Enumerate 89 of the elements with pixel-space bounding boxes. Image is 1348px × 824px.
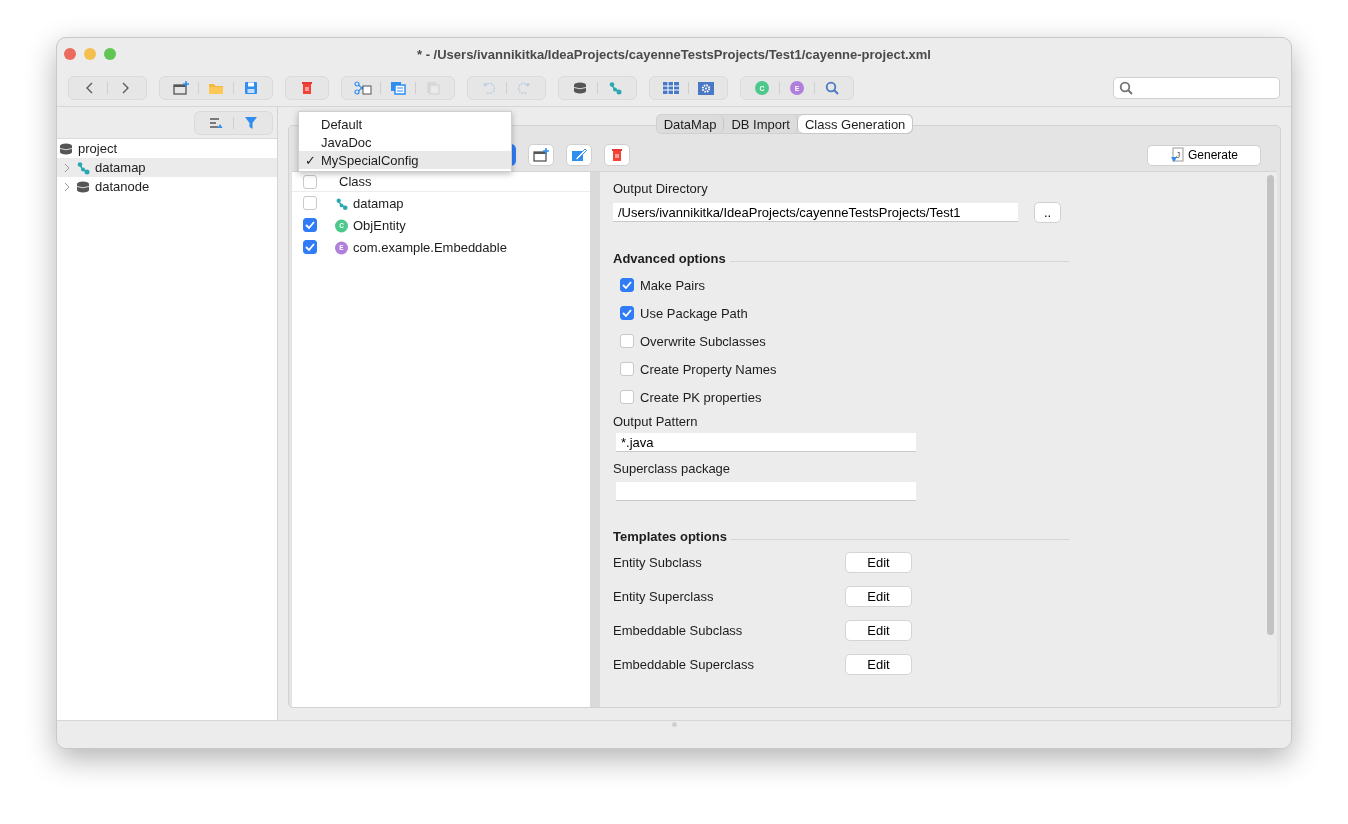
zoom-button[interactable] [104,48,116,60]
checkbox[interactable] [303,218,317,232]
new-folder-icon [173,81,189,95]
checkbox-label: Make Pairs [640,277,706,293]
browse-button[interactable]: .. [1034,202,1061,223]
new-folder-icon [533,148,549,162]
database-icon [573,82,587,94]
sort-icon [209,116,223,129]
field-label: Superclass package [613,460,732,476]
search-field[interactable] [1113,77,1280,99]
class-name: datamap [353,195,404,211]
column-header: Class [339,174,372,189]
filter-icon [245,116,257,129]
section-title: Templates options [613,528,727,544]
undo-icon [482,81,496,95]
chevron-icon [63,181,71,192]
checkmark-icon [622,281,632,289]
remove-button[interactable] [604,144,630,166]
generate-button[interactable]: J Generate [1147,144,1261,166]
checkbox-label: Create Property Names [640,361,777,377]
edit-button[interactable]: Edit [845,551,912,573]
trash-icon [301,81,313,95]
select-all-checkbox[interactable] [303,174,317,189]
template-label: Entity Superclass [613,588,715,604]
checkmark-icon [622,309,632,317]
checkmark-icon [305,243,315,251]
menu-item-label: Default [321,116,363,132]
checkbox[interactable] [620,362,634,376]
table-icon [663,82,679,94]
document-icon: J [1169,147,1184,163]
node-graph-icon [76,160,90,175]
node-graph-icon [608,81,622,95]
checkbox-label: Create PK properties [640,389,762,405]
edit-icon [571,148,587,162]
input-field[interactable] [616,482,916,501]
field-label: Output Directory [613,180,709,196]
class-name: ObjEntity [353,217,406,233]
menu-item[interactable]: ✓ MySpecialConfig [299,151,511,169]
chevron-icon [63,162,71,173]
section-title: Advanced options [613,250,726,266]
copy-icon [390,81,406,95]
template-label: Embeddable Subclass [613,622,744,638]
tree-item-label: datanode [95,179,150,194]
input-field[interactable]: /Users/ivannikitka/IdeaProjects/cayenneTestsProjects/Test1 [613,203,1018,222]
resize-handle[interactable] [671,722,677,727]
checkbox[interactable] [620,278,634,292]
edit-button[interactable]: Edit [845,585,912,607]
search-icon [825,81,839,95]
add-button[interactable] [528,144,554,166]
edit-button[interactable]: Edit [845,653,912,675]
gear-icon [698,81,714,95]
checkbox-label: Overwrite Subclasses [640,333,766,349]
input-field[interactable]: *.java [616,433,916,452]
menu-item[interactable]: Default [299,115,511,133]
tree-item[interactable]: project [57,139,277,158]
menu-item-label: JavaDoc [321,134,372,150]
menu-item-label: MySpecialConfig [321,152,419,168]
checkbox[interactable] [620,306,634,320]
menu-item[interactable]: JavaDoc [299,133,511,151]
checkbox[interactable] [303,240,317,254]
search-icon [1119,81,1133,95]
checkbox[interactable] [620,390,634,404]
check-mark: ✓ [303,152,317,168]
checkbox-label: Use Package Path [640,305,748,321]
database-icon [76,180,90,193]
edit-button[interactable] [566,144,592,166]
field-label: Output Pattern [613,413,699,429]
checkbox[interactable] [620,334,634,348]
tree-item-label: datamap [95,160,146,175]
tab[interactable]: DB Import [724,115,798,133]
folder-icon [208,81,224,95]
minimize-button[interactable] [84,48,96,60]
trash-icon [611,148,623,162]
scissors-icon [354,81,372,95]
tree-item[interactable]: datamap [57,158,277,177]
redo-icon [517,81,531,95]
window-title: * - /Users/ivannikitka/IdeaProjects/cayenneTestsProjects/Test1/cayenne-project.xml [417,46,931,62]
template-label: Embeddable Superclass [613,656,755,672]
scrollbar-thumb[interactable] [1266,175,1274,635]
edit-button[interactable]: Edit [845,619,912,641]
tree-item-label: project [78,141,118,156]
tab[interactable]: Class Generation [797,115,913,133]
checkmark-icon [305,221,315,229]
checkbox[interactable] [303,196,317,210]
template-label: Entity Subclass [613,554,703,570]
close-button[interactable] [64,48,76,60]
node-graph-icon [335,196,348,211]
tree-item[interactable]: datanode [57,177,277,196]
class-name: com.example.Embeddable [353,239,507,255]
